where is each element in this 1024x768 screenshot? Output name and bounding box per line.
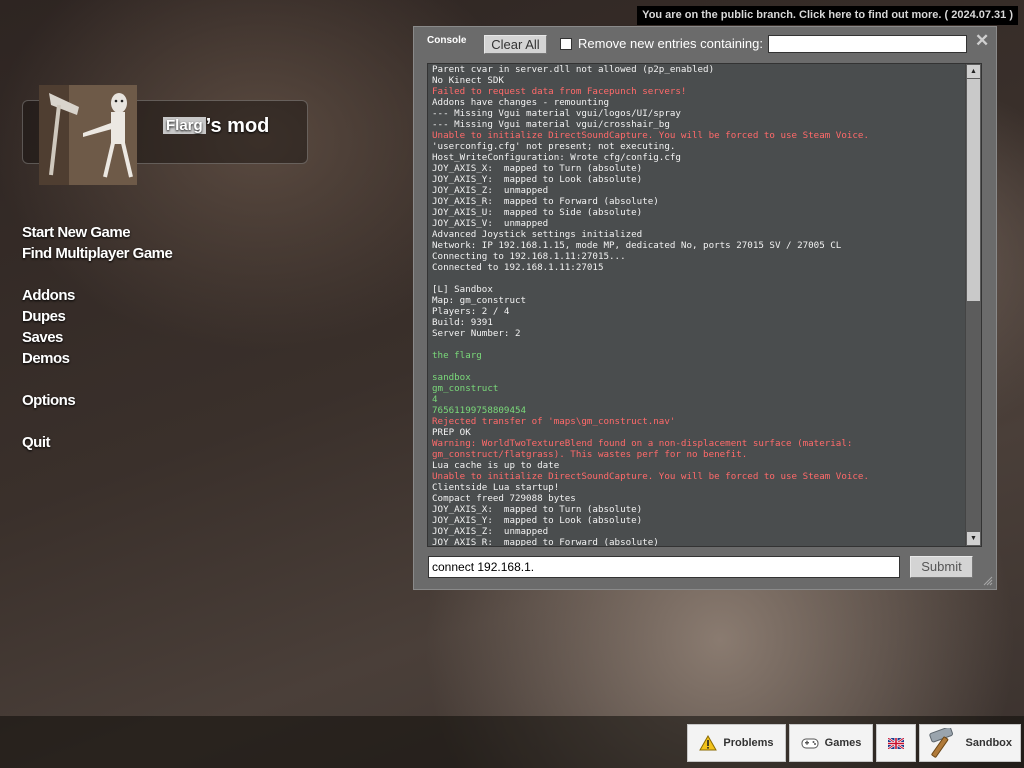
console-line: the flarg bbox=[432, 350, 482, 361]
scroll-down-icon[interactable]: ▼ bbox=[967, 532, 980, 545]
console-log-lines: Parent cvar in server.dll not allowed (p… bbox=[432, 64, 962, 547]
console-line: Host_WriteConfiguration: Wrote cfg/confi… bbox=[432, 152, 681, 163]
problems-button[interactable]: Problems bbox=[687, 724, 786, 762]
console-line: --- Missing Vgui material vgui/crosshair… bbox=[432, 119, 670, 130]
console-line: Unable to initialize DirectSoundCapture.… bbox=[432, 471, 869, 482]
console-line: Warning: WorldTwoTextureBlend found on a… bbox=[432, 438, 853, 449]
saves-link[interactable]: Saves bbox=[22, 327, 172, 348]
addons-link[interactable]: Addons bbox=[22, 285, 172, 306]
main-menu: Start New Game Find Multiplayer Game Add… bbox=[22, 222, 173, 453]
games-label: Games bbox=[824, 737, 862, 749]
console-line: JOY_AXIS_V: unmapped bbox=[432, 218, 549, 229]
game-logo: Flarg’s mod bbox=[22, 85, 308, 185]
console-line: Network: IP 192.168.1.15, mode MP, dedic… bbox=[432, 240, 842, 251]
console-line: No Kinect SDK bbox=[432, 75, 504, 86]
log-scrollbar[interactable]: ▲ ▼ bbox=[965, 64, 981, 546]
console-line: Build: 9391 bbox=[432, 317, 493, 328]
console-line: JOY_AXIS_R: mapped to Forward (absolute) bbox=[432, 196, 659, 207]
start-new-game-link[interactable]: Start New Game bbox=[22, 222, 172, 243]
console-line: JOY_AXIS_Z: unmapped bbox=[432, 185, 549, 196]
problems-label: Problems bbox=[723, 737, 774, 749]
console-title: Console bbox=[427, 35, 467, 46]
console-line: Compact freed 729088 bytes bbox=[432, 493, 576, 504]
console-line: Server Number: 2 bbox=[432, 328, 521, 339]
submit-button[interactable]: Submit bbox=[910, 556, 973, 578]
gamepad-icon bbox=[801, 738, 819, 749]
quit-link[interactable]: Quit bbox=[22, 432, 172, 453]
console-line: gm_construct bbox=[432, 383, 499, 394]
console-line: Players: 2 / 4 bbox=[432, 306, 510, 317]
console-line: Unable to initialize DirectSoundCapture.… bbox=[432, 130, 869, 141]
console-line: Connected to 192.168.1.11:27015 bbox=[432, 262, 604, 273]
console-line: JOY_AXIS_Z: unmapped bbox=[432, 526, 549, 537]
console-line: JOY_AXIS_X: mapped to Turn (absolute) bbox=[432, 163, 643, 174]
console-line: JOY_AXIS_Y: mapped to Look (absolute) bbox=[432, 174, 643, 185]
console-line: JOY_AXIS_X: mapped to Turn (absolute) bbox=[432, 504, 643, 515]
hammer-icon bbox=[929, 728, 953, 758]
console-line: Lua cache is up to date bbox=[432, 460, 560, 471]
scroll-up-icon[interactable]: ▲ bbox=[967, 65, 980, 78]
console-line: JOY_AXIS_R: mapped to Forward (absolute) bbox=[432, 537, 659, 547]
games-button[interactable]: Games bbox=[789, 724, 873, 762]
console-line: Connecting to 192.168.1.11:27015... bbox=[432, 251, 626, 262]
dupes-link[interactable]: Dupes bbox=[22, 306, 172, 327]
console-line: sandbox bbox=[432, 372, 471, 383]
warning-icon bbox=[699, 735, 718, 751]
mod-title: Flarg’s mod bbox=[163, 115, 269, 138]
console-line: Parent cvar in server.dll not allowed (p… bbox=[432, 64, 715, 75]
remove-entries-label: Remove new entries containing: bbox=[578, 36, 763, 51]
console-line: Addons have changes - remounting bbox=[432, 97, 610, 108]
uk-flag-icon bbox=[888, 737, 904, 749]
console-window: Console Clear All Remove new entries con… bbox=[413, 26, 997, 590]
console-line: 'userconfig.cfg' not present; not execut… bbox=[432, 141, 676, 152]
close-icon[interactable]: ✕ bbox=[975, 31, 989, 51]
sandbox-label: Sandbox bbox=[965, 737, 1012, 749]
console-line: 76561199758809454 bbox=[432, 405, 527, 416]
mod-title-suffix: ’s mod bbox=[205, 115, 270, 137]
console-line: Failed to request data from Facepunch se… bbox=[432, 86, 687, 97]
scroll-thumb[interactable] bbox=[967, 79, 980, 301]
public-branch-banner[interactable]: You are on the public branch. Click here… bbox=[637, 6, 1018, 25]
console-line: PREP OK bbox=[432, 427, 471, 438]
console-line: 4 bbox=[432, 394, 438, 405]
console-line: Advanced Joystick settings initialized bbox=[432, 229, 643, 240]
console-log[interactable]: Parent cvar in server.dll not allowed (p… bbox=[427, 63, 982, 547]
console-line: JOY_AXIS_Y: mapped to Look (absolute) bbox=[432, 515, 643, 526]
demos-link[interactable]: Demos bbox=[22, 348, 172, 369]
remove-entries-checkbox[interactable] bbox=[560, 38, 572, 50]
command-input[interactable]: connect 192.168.1. bbox=[428, 556, 900, 578]
mod-title-highlight: Flarg bbox=[163, 117, 206, 134]
console-line: Clientside Lua startup! bbox=[432, 482, 560, 493]
console-line: Rejected transfer of 'maps\gm_construct.… bbox=[432, 416, 676, 427]
filter-input[interactable] bbox=[768, 35, 967, 53]
options-link[interactable]: Options bbox=[22, 390, 172, 411]
gamemode-sandbox-button[interactable]: Sandbox bbox=[919, 724, 1021, 762]
console-line: gm_construct/flatgrass). This wastes per… bbox=[432, 449, 748, 460]
resize-grip-icon[interactable] bbox=[983, 576, 993, 586]
console-line: Map: gm_construct bbox=[432, 295, 527, 306]
mod-logo-image bbox=[39, 85, 137, 185]
language-button[interactable] bbox=[876, 724, 916, 762]
console-line: JOY_AXIS_U: mapped to Side (absolute) bbox=[432, 207, 643, 218]
console-line: [L] Sandbox bbox=[432, 284, 493, 295]
clear-all-button[interactable]: Clear All bbox=[484, 35, 547, 54]
find-multiplayer-game-link[interactable]: Find Multiplayer Game bbox=[22, 243, 173, 264]
console-line: --- Missing Vgui material vgui/logos/UI/… bbox=[432, 108, 681, 119]
